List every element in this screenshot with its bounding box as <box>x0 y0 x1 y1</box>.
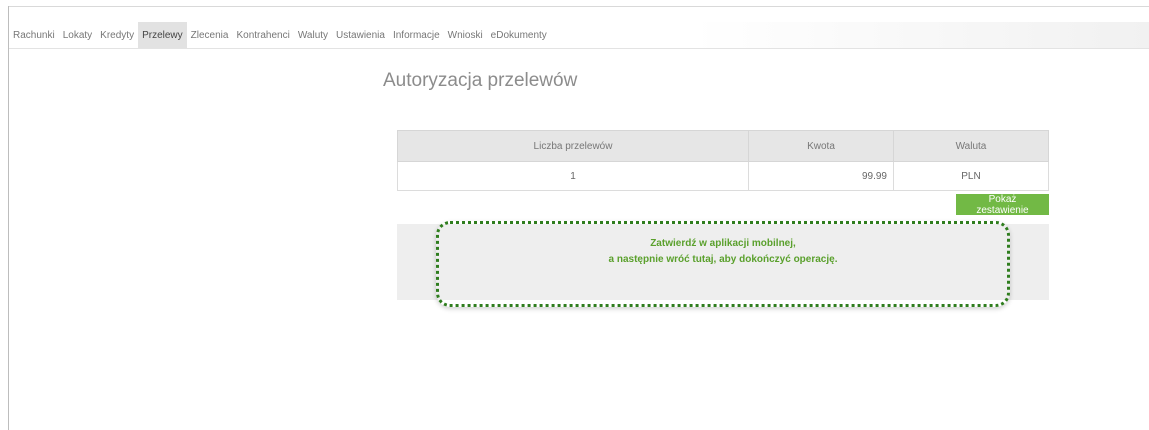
nav-item-informacje[interactable]: Informacje <box>389 22 444 48</box>
nav-item-lokaty[interactable]: Lokaty <box>59 22 96 48</box>
cell-count: 1 <box>397 161 749 191</box>
column-header-count: Liczba przelewów <box>397 130 749 162</box>
nav-item-edokumenty[interactable]: eDokumenty <box>487 22 551 48</box>
nav-item-waluty[interactable]: Waluty <box>294 22 332 48</box>
nav-item-ustawienia[interactable]: Ustawienia <box>332 22 389 48</box>
message-line-2: a następnie wróć tutaj, aby dokończyć op… <box>608 254 838 265</box>
page-title: Autoryzacja przelewów <box>383 70 578 91</box>
nav-item-wnioski[interactable]: Wnioski <box>444 22 487 48</box>
table-row: 1 99.99 PLN <box>397 161 1049 191</box>
nav-item-kredyty[interactable]: Kredyty <box>96 22 138 48</box>
nav-item-rachunki[interactable]: Rachunki <box>9 22 59 48</box>
nav-item-przelewy[interactable]: Przelewy <box>138 22 187 48</box>
show-summary-button[interactable]: Pokaż zestawienie <box>956 194 1049 216</box>
nav-item-kontrahenci[interactable]: Kontrahenci <box>232 22 293 48</box>
window-top-border <box>8 6 1149 7</box>
message-line-1: Zatwierdź w aplikacji mobilnej, <box>650 238 796 249</box>
cell-currency: PLN <box>893 161 1049 191</box>
column-header-currency: Waluta <box>893 130 1049 162</box>
main-navigation: Rachunki Lokaty Kredyty Przelewy Zleceni… <box>9 22 1149 49</box>
cell-amount: 99.99 <box>748 161 894 191</box>
window-left-border <box>8 6 9 430</box>
column-header-amount: Kwota <box>748 130 894 162</box>
table-header-row: Liczba przelewów Kwota Waluta <box>397 130 1049 162</box>
mobile-authorization-message: Zatwierdź w aplikacji mobilnej, a następ… <box>436 236 1010 268</box>
nav-item-zlecenia[interactable]: Zlecenia <box>187 22 233 48</box>
transfer-summary-table: Liczba przelewów Kwota Waluta 1 99.99 PL… <box>397 130 1049 191</box>
